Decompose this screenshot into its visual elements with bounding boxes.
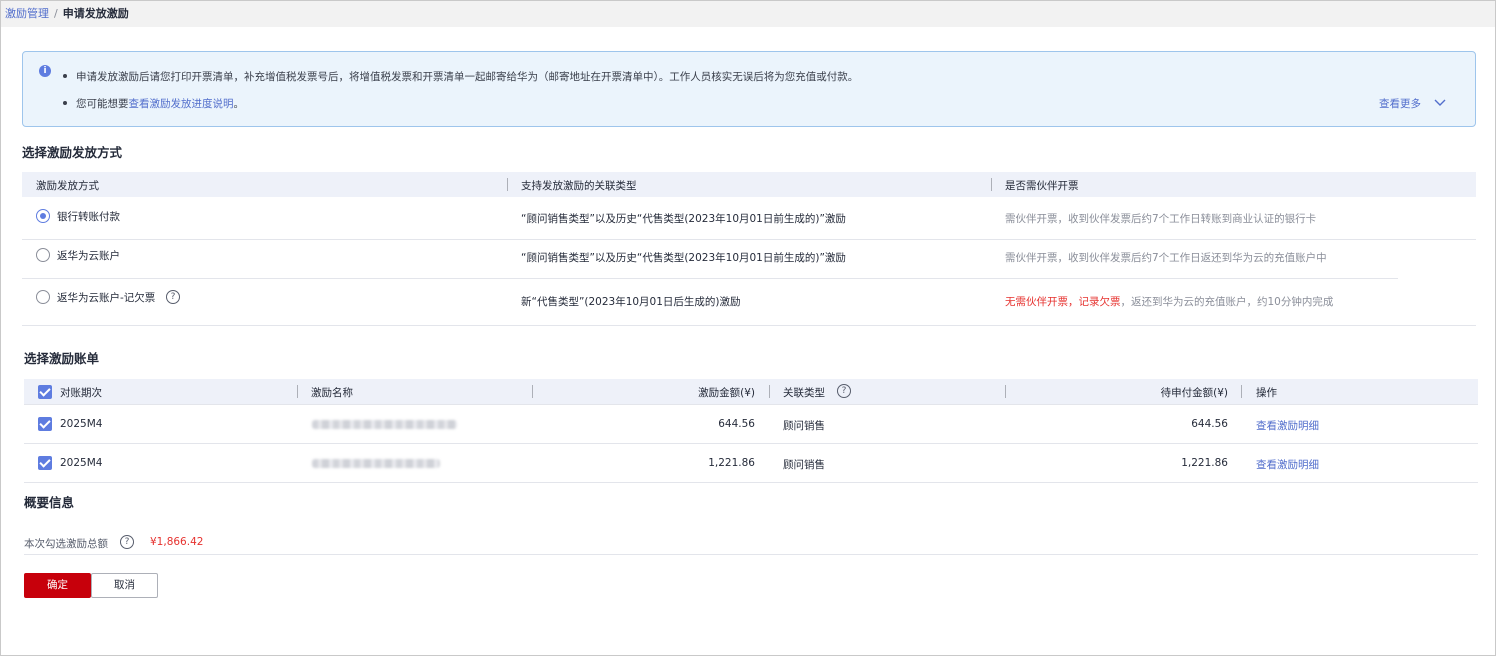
invoice-warning-text: 无需伙伴开票，记录欠票 [1005, 296, 1121, 308]
summary-section-title: 概要信息 [24, 495, 75, 510]
notice-line-2-suffix: 。 [233, 98, 245, 110]
method-invoice: 需伙伴开票，收到伙伴发票后约7个工作日返还到华为云的充值账户中 [1005, 252, 1327, 264]
chevron-down-icon[interactable] [1433, 97, 1447, 109]
row-divider [22, 239, 1476, 240]
breadcrumb: 激励管理 / 申请发放激励 [5, 5, 129, 21]
bill-section-title: 选择激励账单 [24, 351, 100, 366]
method-type: “顾问销售类型”以及历史“代售类型(2023年10月01日前生成的)”激励 [521, 213, 846, 225]
radio-cloud-account[interactable] [36, 248, 50, 262]
row-divider [24, 482, 1478, 483]
bill-period: 2025M4 [60, 418, 103, 430]
bill-amount: 644.56 [718, 418, 755, 430]
method-type: “顾问销售类型”以及历史“代售类型(2023年10月01日前生成的)”激励 [521, 252, 846, 264]
redacted-bill-name [312, 459, 440, 468]
notice-line-1: 申请发放激励后请您打印开票清单，补充增值税发票号后，将增值税发票和开票清单一起邮… [63, 69, 858, 84]
notice-line-2: 您可能想要查看激励发放进度说明。 [63, 96, 244, 111]
progress-description-link[interactable]: 查看激励发放进度说明 [129, 98, 234, 110]
column-divider [507, 178, 508, 191]
pending-col-header: 待申付金额(¥) [1160, 387, 1228, 399]
view-detail-link[interactable]: 查看激励明细 [1256, 457, 1319, 472]
method-type: 新“代售类型”(2023年10月01日后生成的)激励 [521, 296, 741, 308]
method-col-header: 激励发放方式 [36, 180, 99, 192]
info-notice: i 申请发放激励后请您打印开票清单，补充增值税发票号后，将增值税发票和开票清单一… [22, 51, 1476, 127]
breadcrumb-parent-link[interactable]: 激励管理 [5, 7, 49, 20]
view-detail-link[interactable]: 查看激励明细 [1256, 418, 1319, 433]
method-label[interactable]: 银行转账付款 [57, 209, 120, 224]
help-icon[interactable]: ? [166, 290, 180, 304]
action-col-header: 操作 [1256, 387, 1277, 399]
row-checkbox[interactable] [38, 417, 52, 431]
redacted-bill-name [312, 420, 457, 429]
bill-pending: 1,221.86 [1181, 457, 1228, 469]
breadcrumb-separator: / [54, 7, 58, 20]
row-divider [22, 278, 1398, 279]
total-amount: ¥1,866.42 [150, 536, 204, 548]
confirm-button[interactable]: 确定 [24, 573, 91, 598]
name-col-header: 激励名称 [311, 387, 353, 399]
page-title: 申请发放激励 [62, 7, 129, 20]
select-all-checkbox[interactable] [38, 385, 52, 399]
total-label: 本次勾选激励总额 [24, 538, 108, 550]
column-divider [1005, 385, 1006, 398]
help-icon[interactable]: ? [837, 384, 851, 398]
row-divider [22, 325, 1476, 326]
row-checkbox[interactable] [38, 456, 52, 470]
cancel-button[interactable]: 取消 [91, 573, 158, 598]
method-invoice: 无需伙伴开票，记录欠票，返还到华为云的充值账户，约10分钟内完成 [1005, 294, 1333, 309]
invoice-col-header: 是否需伙伴开票 [1005, 180, 1079, 192]
method-label[interactable]: 返华为云账户 [57, 248, 120, 263]
row-divider [24, 443, 1478, 444]
row-divider [24, 554, 1478, 555]
method-label[interactable]: 返华为云账户-记欠票 [57, 290, 155, 305]
view-more-link[interactable]: 查看更多 [1379, 96, 1421, 111]
bill-amount: 1,221.86 [708, 457, 755, 469]
type-col-header: 支持发放激励的关联类型 [521, 180, 637, 192]
radio-bank-transfer[interactable] [36, 209, 50, 223]
amount-col-header: 激励金额(¥) [698, 387, 755, 399]
column-divider [532, 385, 533, 398]
invoice-rest-text: ，返还到华为云的充值账户，约10分钟内完成 [1120, 296, 1334, 308]
column-divider [769, 385, 770, 398]
bill-type: 顾问销售 [783, 420, 825, 432]
notice-line-1-text: 申请发放激励后请您打印开票清单，补充增值税发票号后，将增值税发票和开票清单一起邮… [76, 71, 859, 83]
radio-cloud-account-owed-invoice[interactable] [36, 290, 50, 304]
breadcrumb-bar: 激励管理 / 申请发放激励 [1, 1, 1495, 27]
help-icon[interactable]: ? [120, 535, 134, 549]
type-col-header: 关联类型 [783, 387, 825, 399]
row-divider [24, 404, 1478, 405]
column-divider [991, 178, 992, 191]
bill-period: 2025M4 [60, 457, 103, 469]
info-icon: i [39, 65, 51, 77]
bill-type: 顾问销售 [783, 459, 825, 471]
method-invoice: 需伙伴开票，收到伙伴发票后约7个工作日转账到商业认证的银行卡 [1005, 213, 1317, 225]
method-section-title: 选择激励发放方式 [22, 145, 123, 160]
column-divider [297, 385, 298, 398]
method-table-header [22, 172, 1476, 197]
bill-pending: 644.56 [1191, 418, 1228, 430]
period-col-header: 对账期次 [60, 387, 102, 399]
column-divider [1241, 385, 1242, 398]
notice-line-2-prefix: 您可能想要 [76, 98, 129, 110]
